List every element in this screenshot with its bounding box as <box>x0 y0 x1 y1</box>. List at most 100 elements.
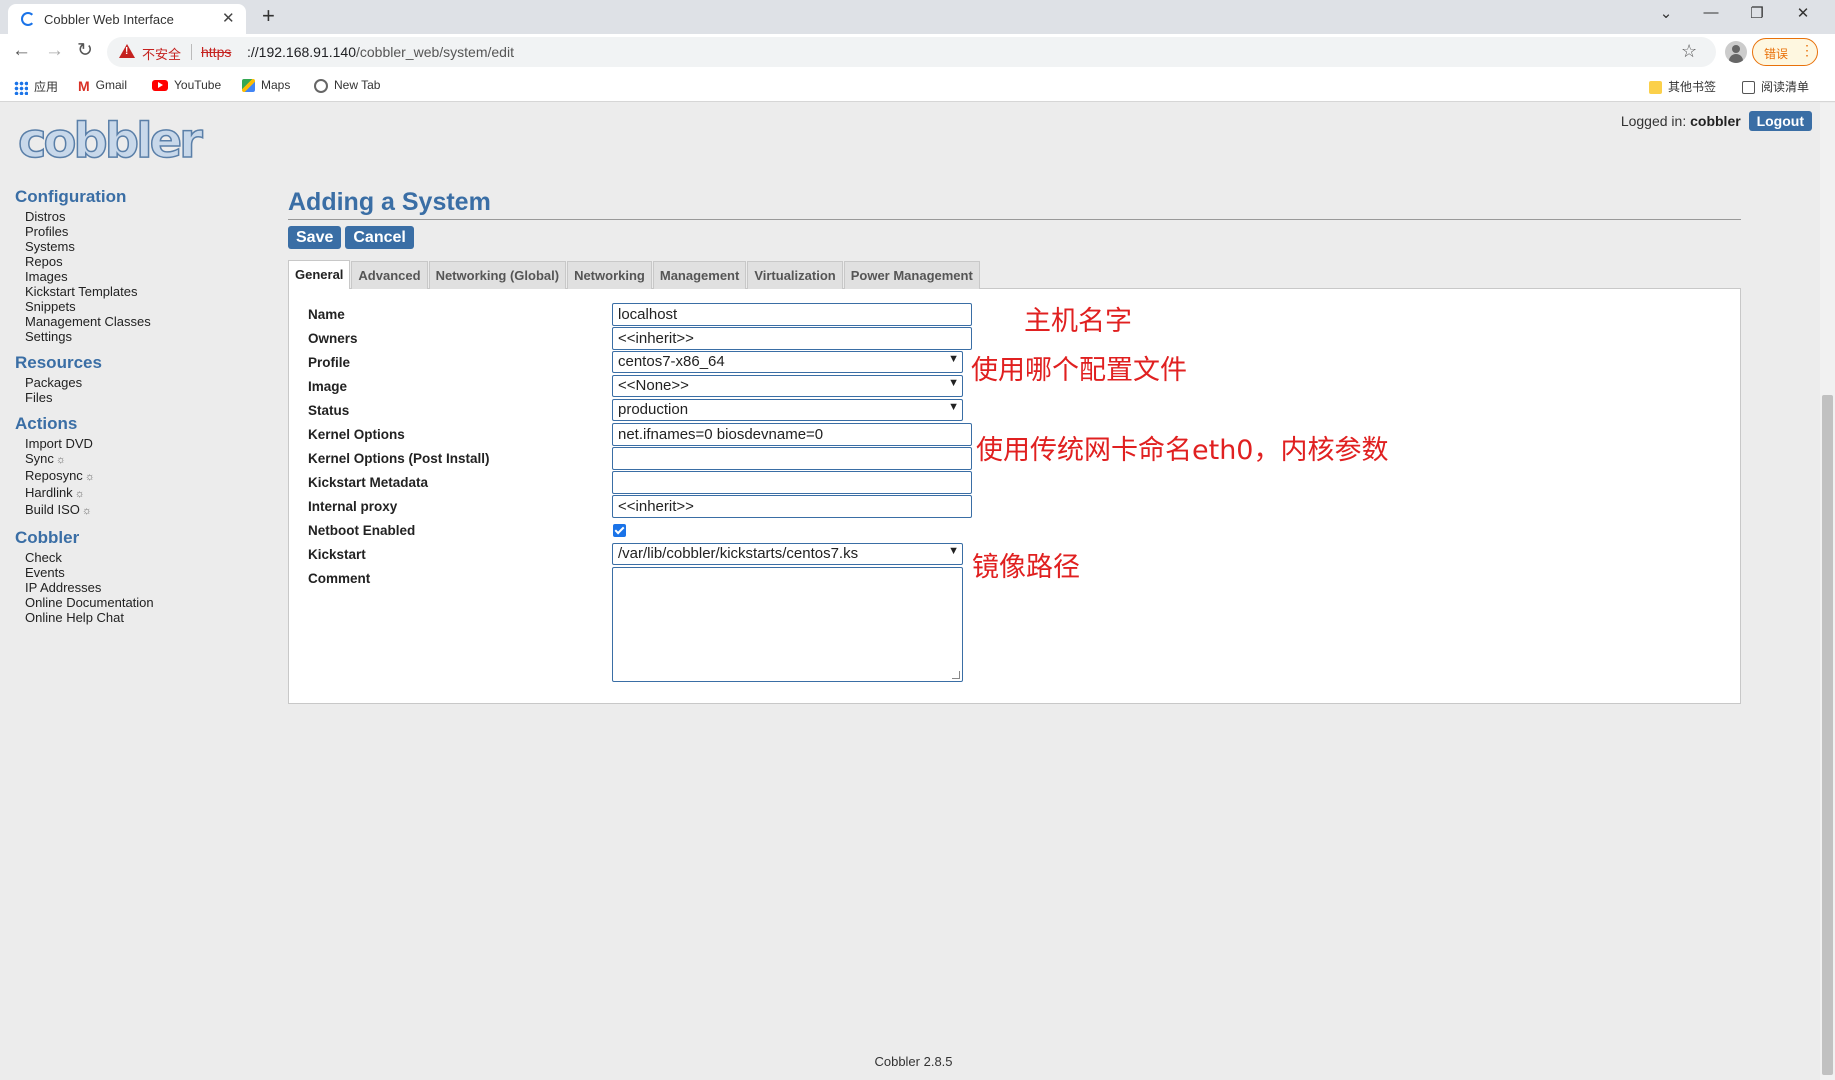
logged-in-label: Logged in: <box>1620 113 1687 129</box>
nav-heading-configuration: Configuration <box>15 187 127 206</box>
reload-icon[interactable]: ↻ <box>77 40 93 62</box>
bookmark-gmail[interactable]: M Gmail <box>78 78 127 94</box>
tab-management[interactable]: Management <box>652 261 747 289</box>
bookmark-label: 其他书签 <box>1668 80 1717 94</box>
close-window-icon[interactable]: ✕ <box>1780 4 1826 22</box>
annotation-kickstart: 镜像路径 <box>972 552 1080 583</box>
cancel-button[interactable]: Cancel <box>345 226 414 249</box>
folder-icon <box>1649 81 1662 95</box>
bookmark-reading-list[interactable]: 阅读清单 <box>1742 78 1809 95</box>
chevron-down-icon: ▼ <box>948 545 959 557</box>
action-buttons: Save Cancel <box>288 226 1741 250</box>
nav-item-import-dvd[interactable]: Import DVD <box>15 436 245 451</box>
bookmark-youtube[interactable]: YouTube <box>152 78 221 92</box>
kernel-options-post-input[interactable] <box>612 447 972 470</box>
apps-grid-icon <box>14 80 28 95</box>
internal-proxy-input[interactable] <box>612 495 972 518</box>
close-tab-icon[interactable]: ✕ <box>222 9 235 27</box>
kernel-options-input[interactable] <box>612 423 972 446</box>
omnibox-divider <box>191 44 192 60</box>
status-select[interactable]: production ▼ <box>612 399 963 421</box>
profile-select[interactable]: centos7-x86_64 ▼ <box>612 351 963 373</box>
nav-item-online-help-chat[interactable]: Online Help Chat <box>15 610 245 625</box>
bookmark-maps[interactable]: Maps <box>242 78 290 93</box>
comment-textarea[interactable] <box>612 567 963 682</box>
nav-item-reposync[interactable]: Reposync ☼ <box>15 468 245 485</box>
nav-item-events[interactable]: Events <box>15 565 245 580</box>
logout-button[interactable]: Logout <box>1748 111 1812 131</box>
nav-item-images[interactable]: Images <box>15 269 245 284</box>
loading-spinner-icon <box>21 12 35 26</box>
url-path[interactable]: /cobbler_web/system/edit <box>356 44 514 60</box>
gear-icon: ☼ <box>74 488 85 500</box>
image-select-value: <<None>> <box>618 377 689 394</box>
error-button[interactable]: 错误 ⋮ <box>1752 38 1818 66</box>
nav-item-label[interactable]: Reposync <box>25 468 83 483</box>
nav-item-snippets[interactable]: Snippets <box>15 299 245 314</box>
tab-networking[interactable]: Networking <box>567 261 652 289</box>
tab-general[interactable]: General <box>288 260 351 289</box>
bookmark-apps[interactable]: 应用 <box>14 78 58 95</box>
url-text[interactable]: ://192.168.91.140/cobbler_web/system/edi… <box>247 44 514 60</box>
nav-item-sync[interactable]: Sync ☼ <box>15 451 245 468</box>
nav-item-distros[interactable]: Distros <box>15 209 245 224</box>
form-tabs: General Advanced Networking (Global) Networ… <box>288 260 1741 289</box>
cobbler-logo: cobbler <box>17 112 203 170</box>
warning-icon[interactable]: ! <box>119 44 135 58</box>
nav-item-kickstart-templates[interactable]: Kickstart Templates <box>15 284 245 299</box>
forward-arrow-icon[interactable]: → <box>45 40 64 62</box>
nav-item-check[interactable]: Check <box>15 550 245 565</box>
back-arrow-icon[interactable]: ← <box>12 40 31 62</box>
vertical-scrollbar[interactable] <box>1820 103 1835 1080</box>
kickstart-select[interactable]: /var/lib/cobbler/kickstarts/centos7.ks ▼ <box>612 543 963 565</box>
nav-item-profiles[interactable]: Profiles <box>15 224 245 239</box>
tab-virtualization[interactable]: Virtualization <box>747 261 843 289</box>
nav-item-packages[interactable]: Packages <box>15 375 245 390</box>
restore-icon[interactable]: ❐ <box>1734 4 1780 22</box>
nav-item-online-documentation[interactable]: Online Documentation <box>15 595 245 610</box>
tab-networking-global[interactable]: Networking (Global) <box>428 261 567 289</box>
name-input[interactable] <box>612 303 972 326</box>
tab-power-management[interactable]: Power Management <box>843 261 980 289</box>
nav-item-label[interactable]: Hardlink <box>25 485 73 500</box>
nav-item-systems[interactable]: Systems <box>15 239 245 254</box>
bookmark-star-icon[interactable]: ☆ <box>1681 41 1697 62</box>
netboot-enabled-checkbox[interactable] <box>613 524 626 537</box>
nav-item-hardlink[interactable]: Hardlink ☼ <box>15 485 245 502</box>
profile-select-value: centos7-x86_64 <box>618 353 725 370</box>
netboot-enabled-label: Netboot Enabled <box>308 523 416 538</box>
url-omnibox[interactable]: ! 不安全 https ://192.168.91.140/cobbler_we… <box>107 37 1716 67</box>
nav-item-management-classes[interactable]: Management Classes <box>15 314 245 329</box>
owners-input[interactable] <box>612 327 972 350</box>
bookmark-other[interactable]: 其他书签 <box>1649 78 1716 95</box>
nav-item-label[interactable]: Sync <box>25 451 54 466</box>
nav-item-label[interactable]: Build ISO <box>25 502 80 517</box>
maps-icon <box>242 79 255 93</box>
bookmark-label: 应用 <box>34 80 59 94</box>
image-label: Image <box>308 379 348 394</box>
minimize-icon[interactable]: — <box>1688 4 1734 21</box>
nav-item-build-iso[interactable]: Build ISO ☼ <box>15 502 245 519</box>
tab-advanced[interactable]: Advanced <box>351 261 428 289</box>
annotation-kernel: 使用传统网卡命名eth0，内核参数 <box>976 435 1389 466</box>
nav-item-ip-addresses[interactable]: IP Addresses <box>15 580 245 595</box>
new-tab-icon[interactable]: + <box>262 3 275 29</box>
bookmark-label: YouTube <box>174 78 222 92</box>
nav-item-repos[interactable]: Repos <box>15 254 245 269</box>
browser-tab[interactable]: Cobbler Web Interface ✕ <box>8 4 246 34</box>
save-button[interactable]: Save <box>288 226 342 249</box>
nav-item-settings[interactable]: Settings <box>15 329 245 344</box>
url-host[interactable]: ://192.168.91.140 <box>247 44 356 60</box>
insecure-label[interactable]: 不安全 <box>142 44 181 63</box>
page-title: Adding a System <box>288 187 1741 220</box>
tab-search-chevron-icon[interactable]: ⌄ <box>1643 4 1689 22</box>
chevron-down-icon: ▼ <box>948 401 959 413</box>
scrollbar-thumb[interactable] <box>1822 395 1833 1075</box>
image-select[interactable]: <<None>> ▼ <box>612 375 963 397</box>
bookmark-new-tab[interactable]: New Tab <box>314 78 380 93</box>
kickstart-metadata-input[interactable] <box>612 471 972 494</box>
profile-avatar-icon[interactable] <box>1725 41 1747 63</box>
url-scheme[interactable]: https <box>201 44 231 60</box>
nav-item-files[interactable]: Files <box>15 390 245 405</box>
gmail-icon: M <box>78 78 90 94</box>
